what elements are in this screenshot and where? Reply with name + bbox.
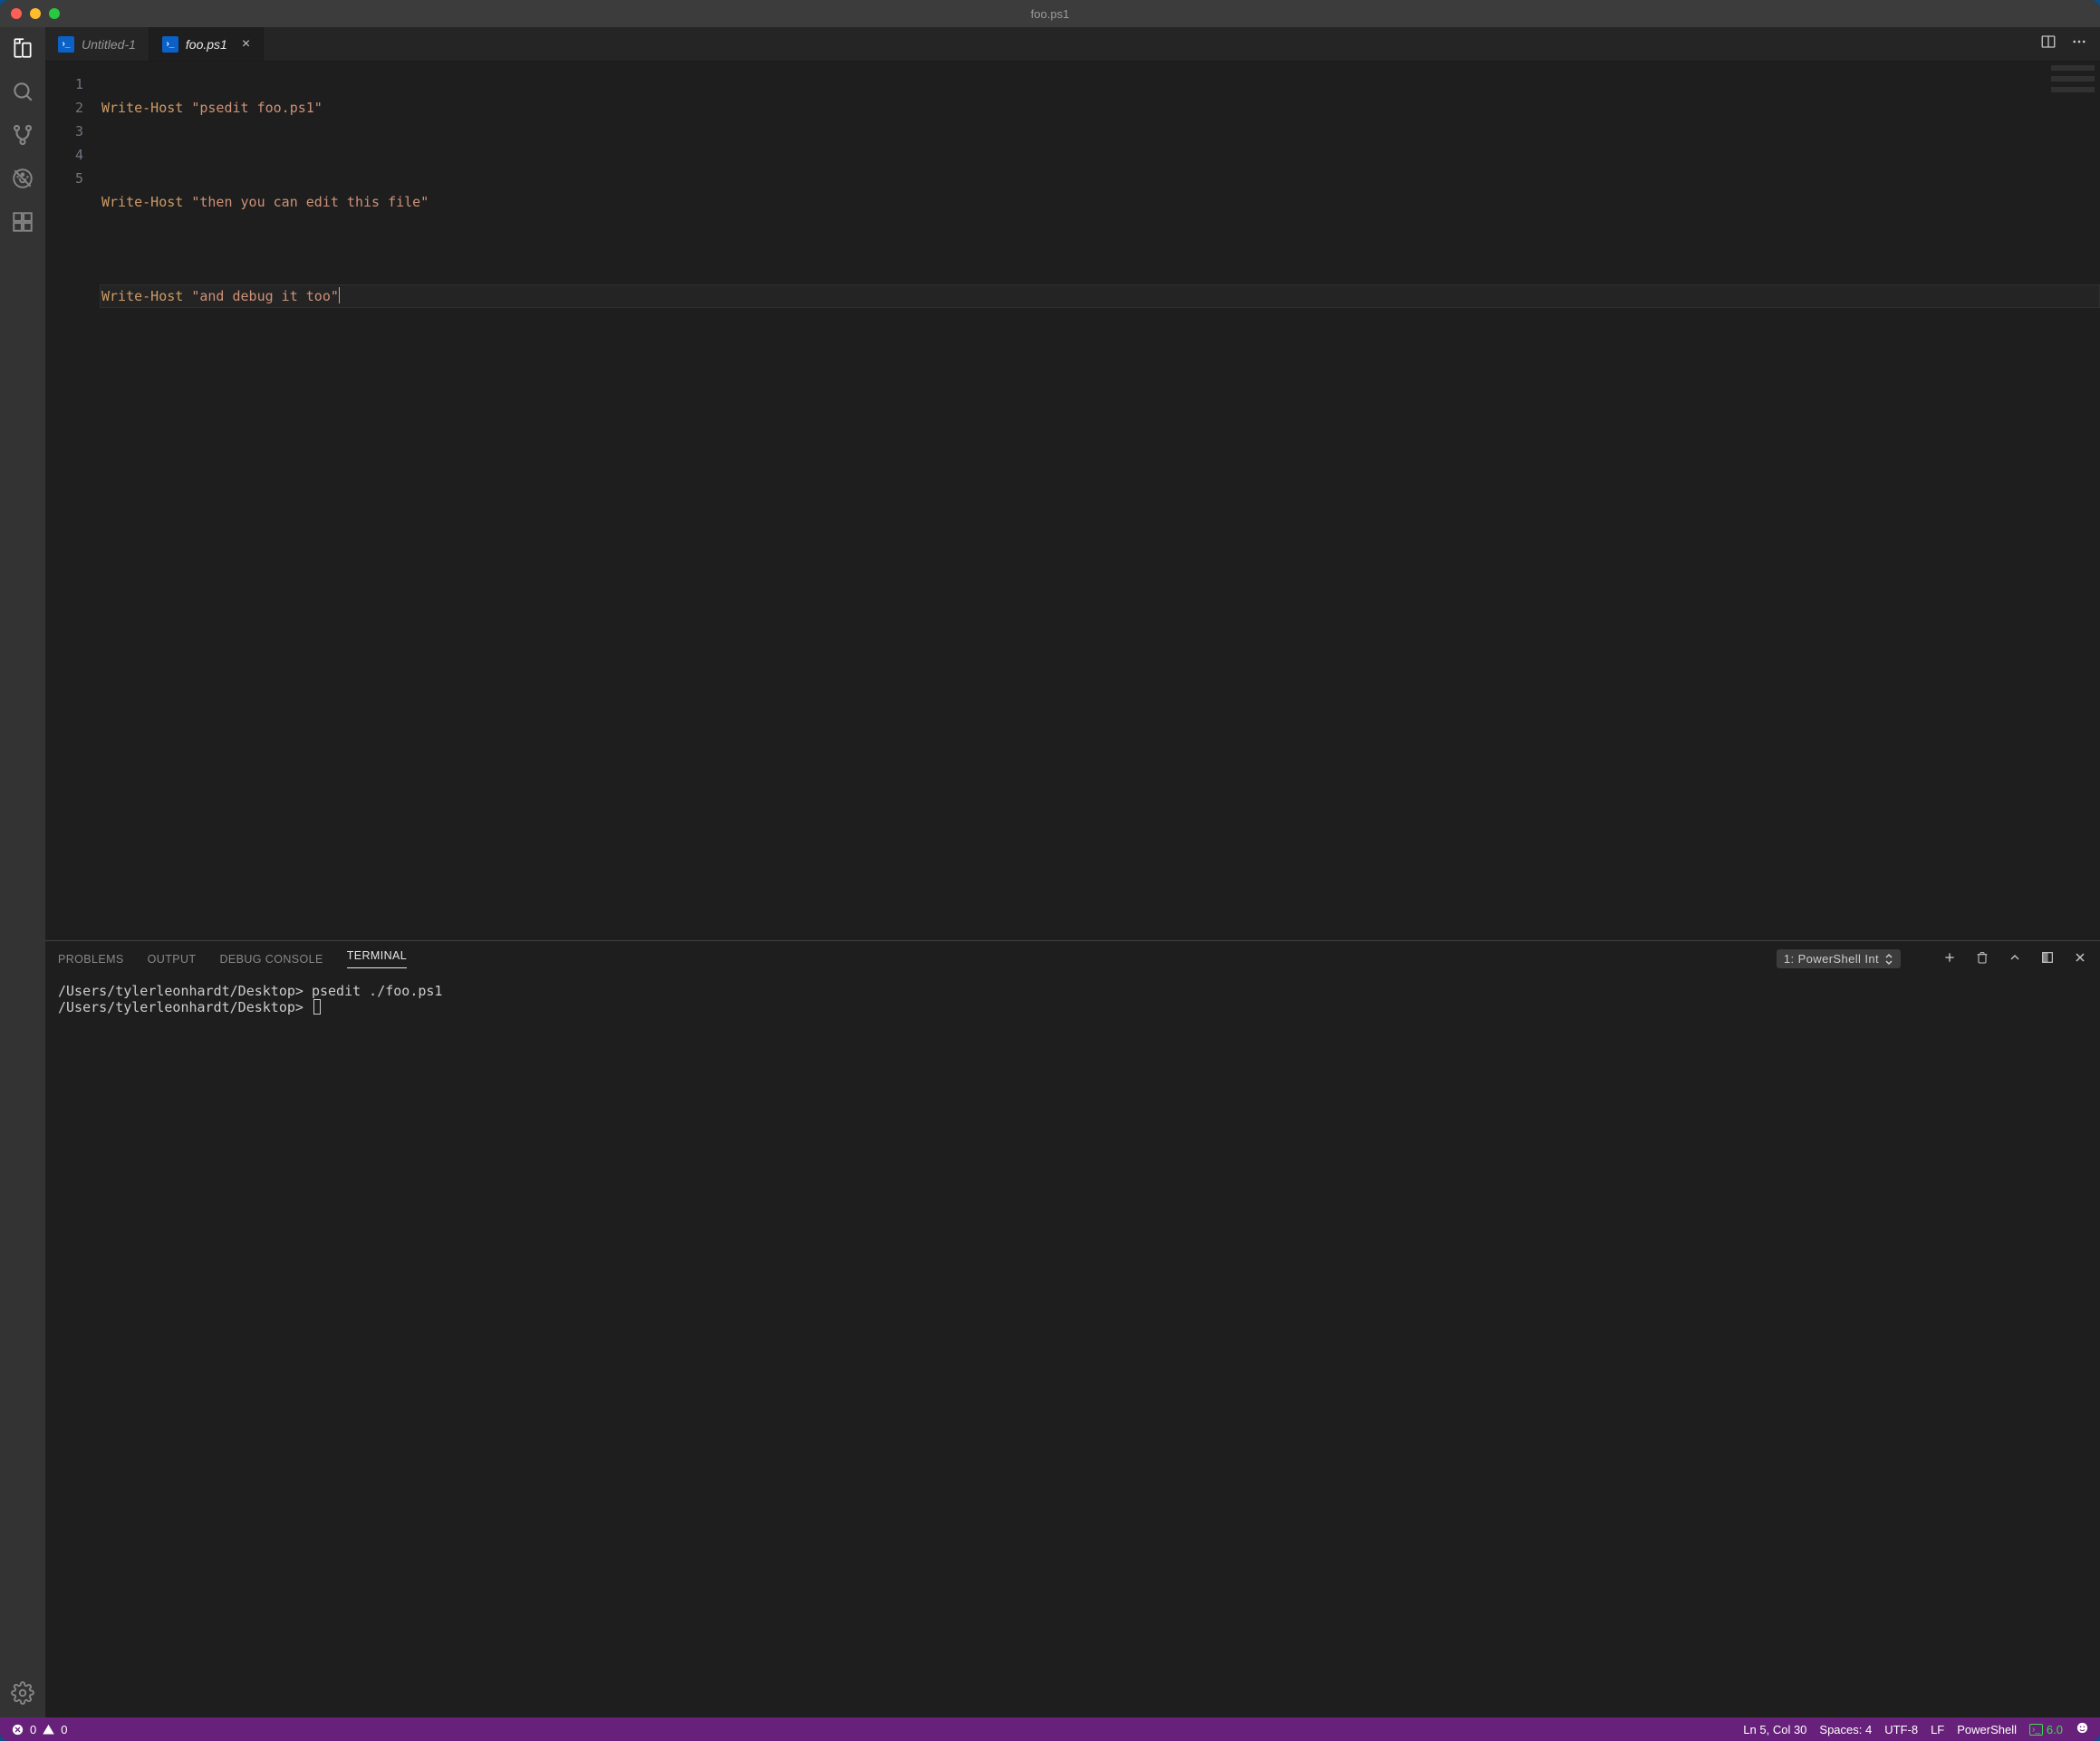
search-icon[interactable]: [11, 80, 34, 103]
explorer-icon[interactable]: [11, 36, 34, 60]
extensions-icon[interactable]: [11, 210, 34, 234]
text-editor[interactable]: 1 2 3 4 5 Write-Host "psedit foo.ps1" Wr…: [45, 62, 2100, 940]
line-number: 1: [45, 72, 83, 96]
editor-tabs: Untitled-1 foo.ps1 ×: [45, 27, 2100, 62]
status-encoding[interactable]: UTF-8: [1884, 1723, 1918, 1736]
terminal-body[interactable]: /Users/tylerleonhardt/Desktop> psedit ./…: [45, 977, 2100, 1717]
line-number: 3: [45, 120, 83, 143]
tab-debug-console[interactable]: DEBUG CONSOLE: [219, 953, 323, 966]
editor-group: Untitled-1 foo.ps1 ×: [45, 27, 2100, 1717]
editor-actions: [2028, 27, 2100, 61]
close-tab-icon[interactable]: ×: [242, 36, 250, 53]
status-language-mode[interactable]: PowerShell: [1957, 1723, 2017, 1736]
token-command: Write-Host: [101, 194, 183, 210]
line-number: 5: [45, 167, 83, 190]
warning-count: 0: [61, 1723, 67, 1736]
source-control-icon[interactable]: [11, 123, 34, 147]
window-title: foo.ps1: [0, 7, 2100, 21]
panel-actions: [1942, 950, 2087, 967]
status-problems[interactable]: 0 0: [11, 1723, 67, 1736]
new-terminal-icon[interactable]: [1942, 950, 1957, 967]
error-count: 0: [30, 1723, 36, 1736]
terminal-selector-label: 1: PowerShell Int: [1784, 952, 1879, 966]
token-command: Write-Host: [101, 100, 183, 116]
more-actions-icon[interactable]: [2071, 34, 2087, 54]
token-string: "and debug it too": [191, 288, 339, 304]
collapse-panel-icon[interactable]: [2008, 950, 2022, 967]
feedback-smiley-icon[interactable]: [2076, 1721, 2089, 1737]
tab-terminal[interactable]: TERMINAL: [347, 949, 407, 968]
line-number: 2: [45, 96, 83, 120]
tab-problems[interactable]: PROBLEMS: [58, 953, 124, 966]
debug-icon[interactable]: [11, 167, 34, 190]
token-string: "psedit foo.ps1": [191, 100, 323, 116]
terminal-line: /Users/tylerleonhardt/Desktop> psedit ./…: [58, 983, 442, 999]
status-bar: 0 0 Ln 5, Col 30 Spaces: 4 UTF-8 LF Powe…: [0, 1717, 2100, 1741]
kill-terminal-icon[interactable]: [1975, 950, 1989, 967]
terminal-selector[interactable]: 1: PowerShell Int: [1777, 949, 1901, 968]
tab-label: Untitled-1: [82, 37, 136, 52]
bottom-panel: PROBLEMS OUTPUT DEBUG CONSOLE TERMINAL 1…: [45, 940, 2100, 1717]
workbench: Untitled-1 foo.ps1 ×: [0, 27, 2100, 1717]
panel-tabs: PROBLEMS OUTPUT DEBUG CONSOLE TERMINAL 1…: [45, 941, 2100, 977]
tab-output[interactable]: OUTPUT: [148, 953, 197, 966]
terminal-line: /Users/tylerleonhardt/Desktop>: [58, 999, 312, 1015]
token-string: "then you can edit this file": [191, 194, 429, 210]
error-icon: [11, 1723, 24, 1736]
settings-gear-icon[interactable]: [11, 1681, 34, 1705]
status-powershell-version[interactable]: ›_ 6.0: [2029, 1723, 2063, 1736]
warning-icon: [42, 1723, 55, 1736]
vscode-window: foo.ps1: [0, 0, 2100, 1741]
line-number-gutter: 1 2 3 4 5: [45, 62, 100, 940]
text-cursor: [339, 287, 340, 303]
tab-untitled-1[interactable]: Untitled-1: [45, 27, 149, 61]
powershell-version-text: 6.0: [2047, 1723, 2063, 1736]
powershell-file-icon: [58, 36, 74, 53]
close-panel-icon[interactable]: [2073, 950, 2087, 967]
powershell-terminal-icon: ›_: [2029, 1724, 2043, 1736]
minimap[interactable]: [2051, 65, 2095, 92]
line-number: 4: [45, 143, 83, 167]
terminal-cursor: [313, 999, 321, 1015]
activity-bar: [0, 27, 45, 1717]
tab-label: foo.ps1: [186, 37, 227, 52]
dropdown-arrows-icon: [1884, 953, 1893, 966]
code-area[interactable]: Write-Host "psedit foo.ps1" Write-Host "…: [100, 62, 2100, 940]
status-indentation[interactable]: Spaces: 4: [1819, 1723, 1872, 1736]
status-eol[interactable]: LF: [1931, 1723, 1944, 1736]
titlebar: foo.ps1: [0, 0, 2100, 27]
status-cursor-position[interactable]: Ln 5, Col 30: [1743, 1723, 1806, 1736]
token-command: Write-Host: [101, 288, 183, 304]
powershell-file-icon: [162, 36, 178, 53]
tab-foo-ps1[interactable]: foo.ps1 ×: [149, 27, 264, 61]
split-editor-icon[interactable]: [2040, 34, 2057, 54]
maximize-panel-icon[interactable]: [2040, 950, 2055, 967]
